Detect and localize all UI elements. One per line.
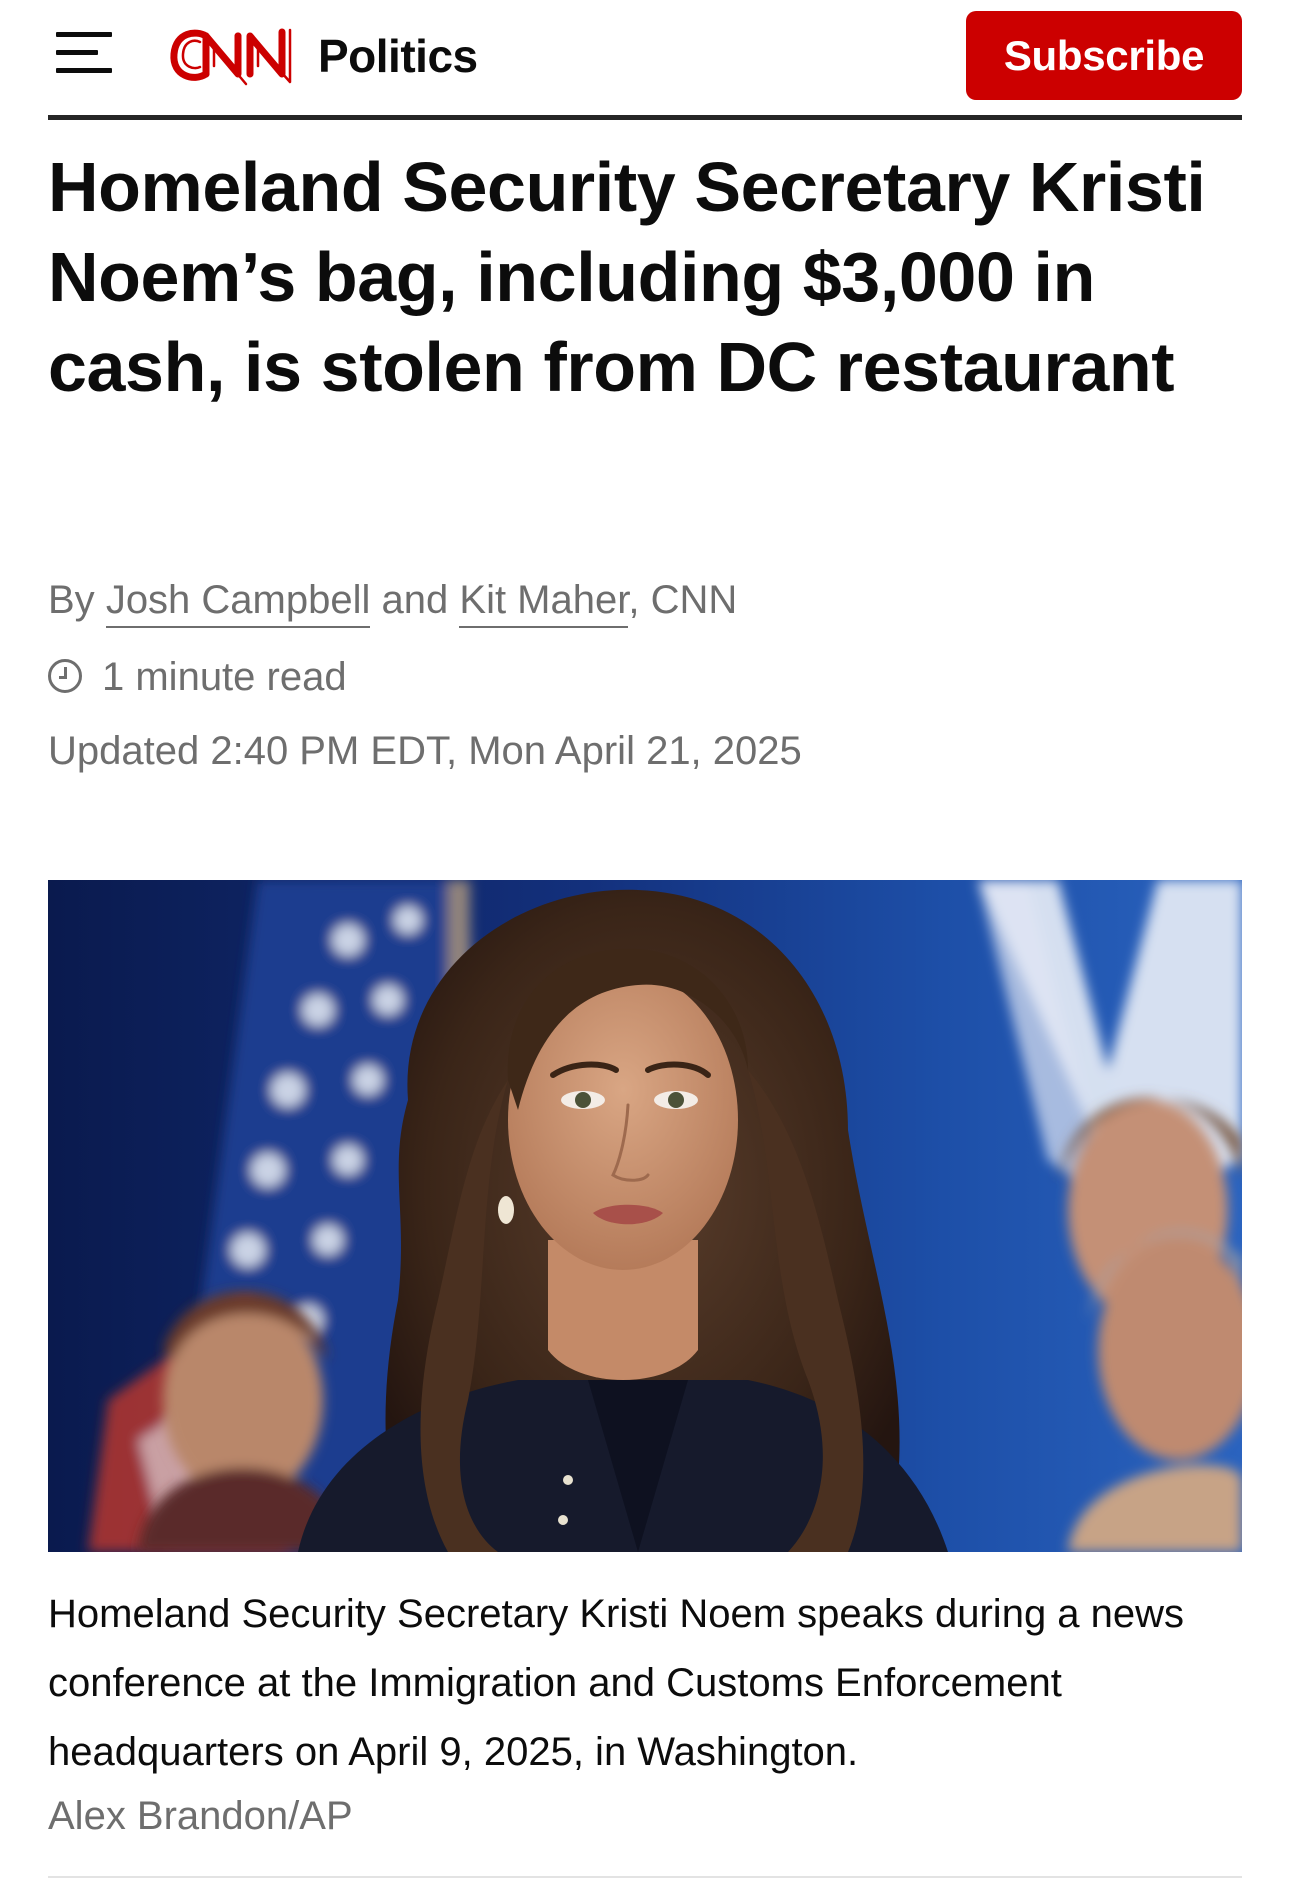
article-page: Politics Subscribe Homeland Security Sec… (48, 0, 1242, 1887)
content-divider (48, 1876, 1242, 1878)
header-divider (48, 115, 1242, 120)
read-time: 1 minute read (48, 651, 347, 703)
cnn-logo[interactable] (166, 22, 306, 88)
subscribe-button[interactable]: Subscribe (966, 11, 1242, 100)
article-photo[interactable] (48, 880, 1242, 1552)
byline-outlet: , CNN (628, 578, 738, 622)
author-link-josh-campbell[interactable]: Josh Campbell (105, 578, 371, 628)
clock-icon (48, 659, 82, 693)
photo-caption: Homeland Security Secretary Kristi Noem … (48, 1592, 1185, 1774)
read-time-label: 1 minute read (102, 655, 347, 699)
site-header: Politics Subscribe (48, 0, 1242, 120)
byline: By Josh Campbell and Kit Maher, CNN (48, 574, 738, 628)
section-label[interactable]: Politics (318, 30, 478, 82)
photo-credit: Alex Brandon/AP (48, 1794, 353, 1838)
article-headline: Homeland Security Secretary Kristi Noem’… (48, 148, 1206, 406)
byline-prefix: By (48, 578, 95, 622)
author-link-kit-maher[interactable]: Kit Maher (459, 578, 629, 628)
hamburger-menu-icon[interactable] (56, 30, 112, 74)
byline-joiner: and (381, 578, 449, 622)
updated-timestamp: Updated 2:40 PM EDT, Mon April 21, 2025 (48, 729, 802, 773)
